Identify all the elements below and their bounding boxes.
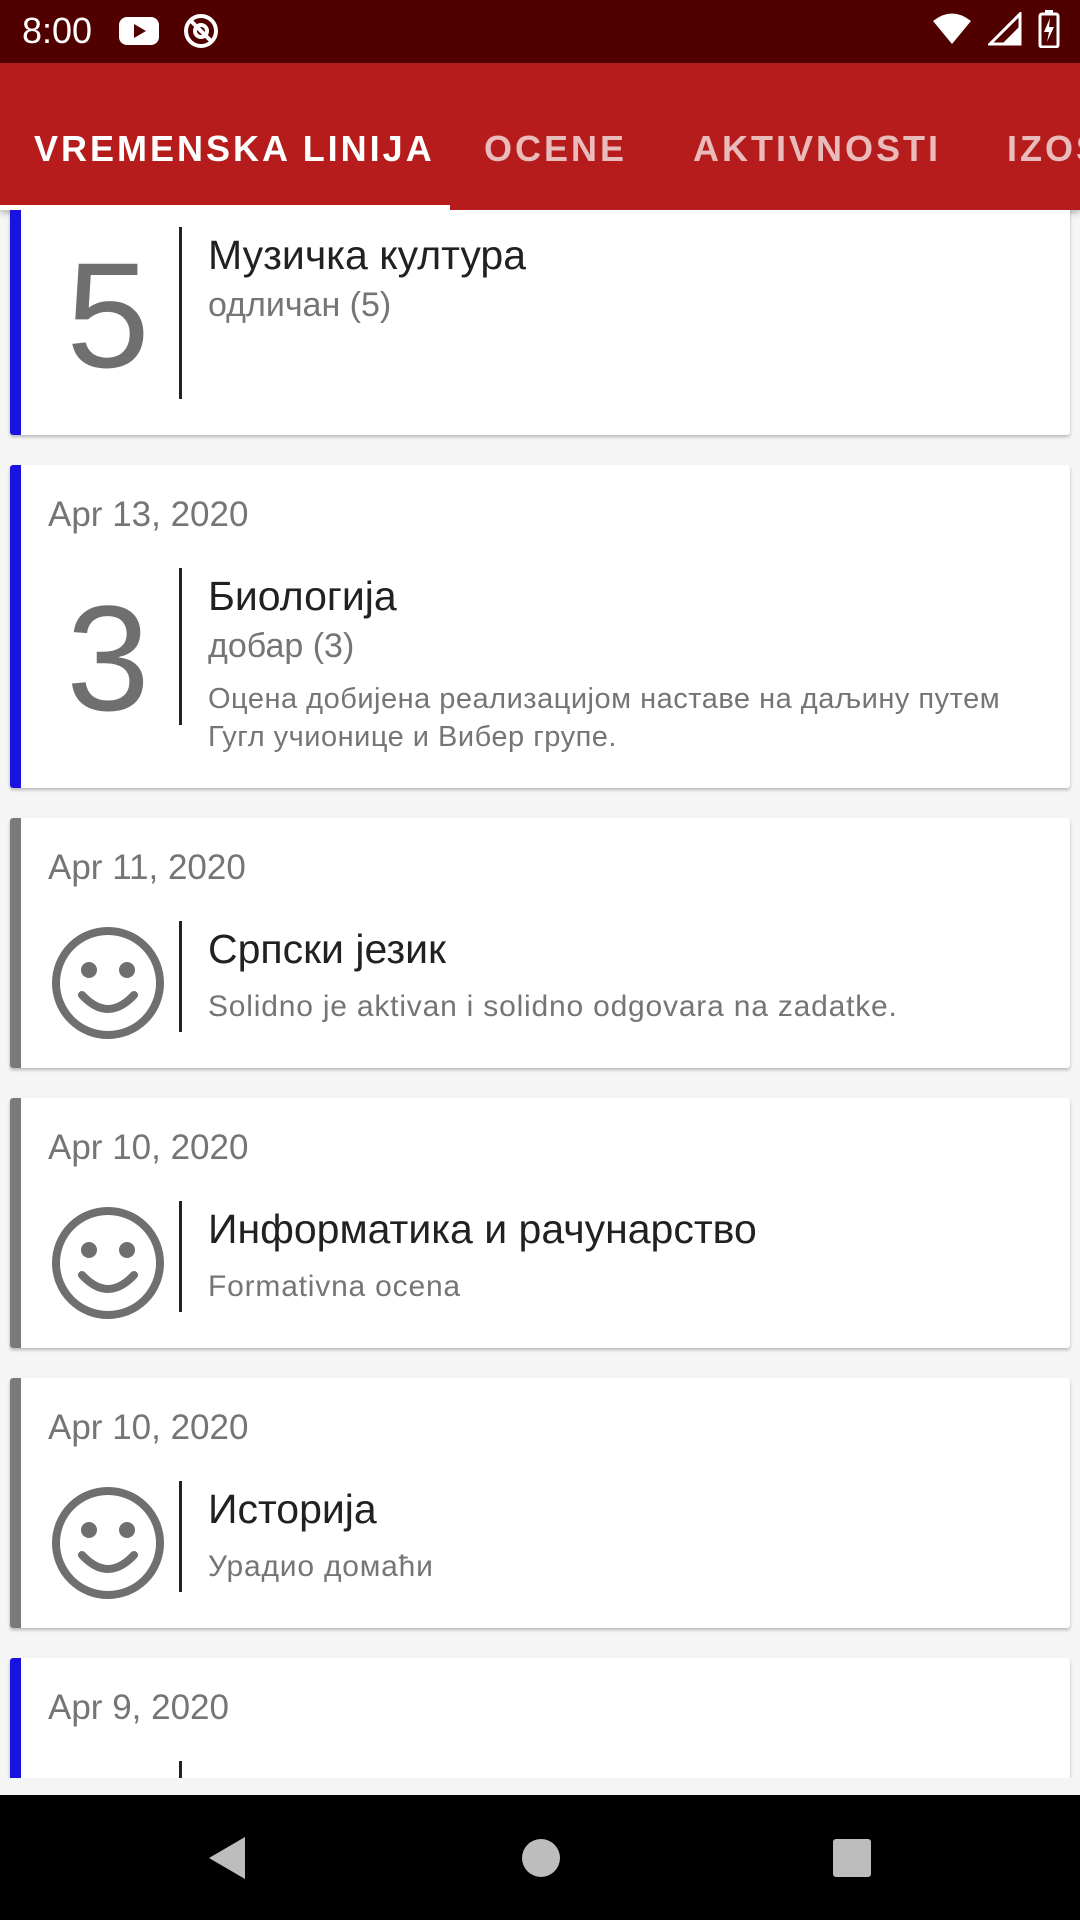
smiley-icon (28, 1485, 188, 1606)
card-divider (179, 568, 182, 725)
card-date: Apr 11, 2020 (48, 848, 246, 887)
grade-value: 5 (66, 231, 150, 399)
grade-note: Оцена добијена реализацијом наставе на д… (208, 683, 1001, 753)
activity-description: Formativna ocena (208, 1270, 461, 1303)
tab-grades[interactable]: OCENE (450, 63, 627, 210)
activity-description: Solidno je aktivan i solidno odgovara na… (208, 990, 898, 1023)
tab-bar: VREMENSKA LINIJA OCENE AKTIVNOSTI IZOSTA… (0, 63, 1080, 210)
recents-icon[interactable] (831, 1833, 873, 1888)
timeline-card-grade[interactable]: Apr 9, 2020 (10, 1658, 1070, 1778)
tab-activities[interactable]: AKTIVNOSTI (627, 63, 941, 210)
navigation-bar (0, 1795, 1080, 1920)
timeline-card-grade[interactable]: Apr 13, 2020 3 Биологија добар (3) Оцена… (10, 465, 1070, 788)
no-data-notification-icon (182, 12, 220, 55)
card-date: Apr 10, 2020 (48, 1128, 249, 1167)
status-bar: 8:00 (0, 0, 1080, 63)
card-divider (179, 921, 182, 1032)
activity-accent-bar (10, 1378, 21, 1628)
grade-description: одличан (5) (208, 286, 392, 324)
youtube-notification-icon (118, 15, 160, 52)
activity-accent-bar (10, 818, 21, 1068)
card-date: Apr 13, 2020 (48, 495, 249, 534)
card-divider (179, 1201, 182, 1312)
battery-charging-icon (1038, 10, 1060, 53)
card-divider (179, 1481, 182, 1592)
card-divider (179, 227, 182, 399)
home-icon[interactable] (520, 1833, 562, 1888)
subject-name: Биологија (208, 573, 397, 619)
timeline-card-activity[interactable]: Apr 10, 2020 Информатика и рачунарство F… (10, 1098, 1070, 1348)
subject-name: Музичка култура (208, 232, 527, 278)
grade-accent-bar (10, 465, 21, 788)
timeline-card-grade[interactable]: 5 Музичка култура одличан (5) (10, 210, 1070, 435)
cell-signal-icon (986, 10, 1022, 51)
subject-name: Српски језик (208, 926, 446, 972)
card-divider (179, 1761, 182, 1778)
grade-description: добар (3) (208, 627, 355, 665)
grade-accent-bar (10, 1658, 21, 1778)
activity-description: Урадио домаћи (208, 1550, 434, 1583)
back-icon[interactable] (205, 1833, 251, 1888)
tab-absences[interactable]: IZOSTANCI (941, 63, 1080, 210)
timeline-card-activity[interactable]: Apr 10, 2020 Историја Урадио домаћи (10, 1378, 1070, 1628)
grade-accent-bar (10, 210, 21, 435)
card-date: Apr 9, 2020 (48, 1688, 229, 1727)
status-time: 8:00 (22, 10, 93, 51)
timeline-card-activity[interactable]: Apr 11, 2020 Српски језик Solidno je akt… (10, 818, 1070, 1068)
grade-value: 3 (66, 574, 150, 742)
smiley-icon (28, 925, 188, 1046)
wifi-icon (932, 12, 972, 51)
subject-name: Информатика и рачунарство (208, 1206, 757, 1252)
subject-name: Историја (208, 1486, 377, 1532)
smiley-icon (28, 1205, 188, 1326)
tab-timeline[interactable]: VREMENSKA LINIJA (0, 63, 450, 210)
timeline-list[interactable]: 5 Музичка култура одличан (5) Apr 13, 20… (0, 210, 1080, 1778)
activity-accent-bar (10, 1098, 21, 1348)
card-date: Apr 10, 2020 (48, 1408, 249, 1447)
